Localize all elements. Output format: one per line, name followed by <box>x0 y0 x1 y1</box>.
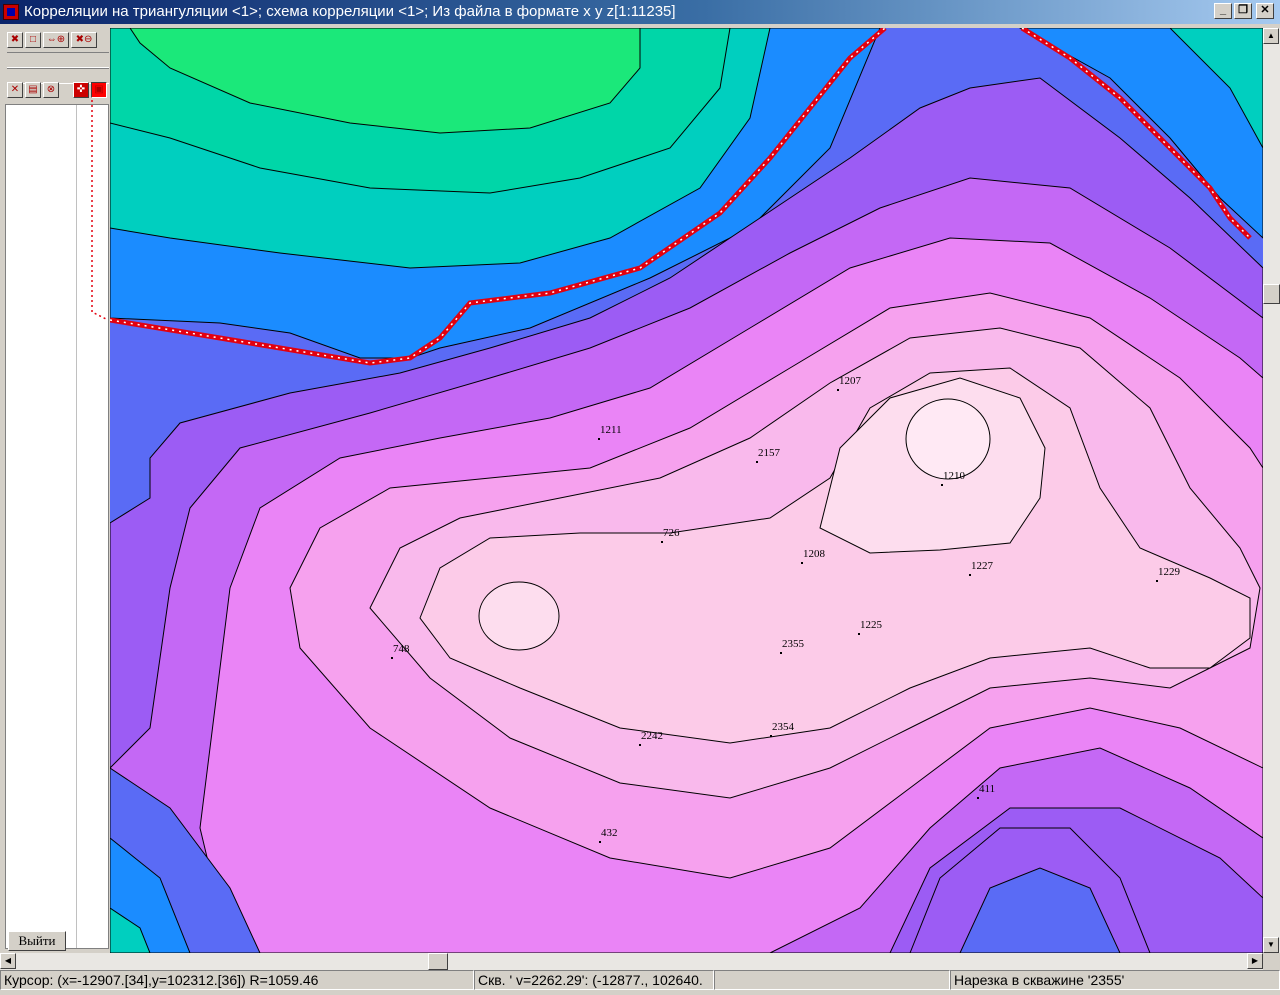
well-dot[interactable] <box>858 633 860 635</box>
well-label: 726 <box>663 527 680 539</box>
well-dot[interactable] <box>969 574 971 576</box>
cancel-icon[interactable]: ⊗ <box>43 82 59 98</box>
list-icon[interactable]: ▤ <box>25 82 41 98</box>
status-slice: Нарезка в скважине '2355' <box>950 970 1280 990</box>
status-empty <box>714 970 950 990</box>
toolbar-row-2: ✕ ▤ ⊗ ✜ ▣ <box>7 82 107 100</box>
well-dot[interactable] <box>801 562 803 564</box>
vertical-scrollbar[interactable]: ▲ ▼ <box>1263 28 1280 953</box>
scroll-corner <box>1263 953 1280 970</box>
map-view-icon[interactable]: ▣ <box>91 82 107 98</box>
status-cursor: Курсор: (x=-12907.[34],y=102312.[36]) R=… <box>0 970 474 990</box>
well-dot[interactable] <box>599 841 601 843</box>
scroll-left-icon[interactable]: ◀ <box>0 953 16 969</box>
close-layer-icon[interactable]: ✕ <box>7 82 23 98</box>
well-dot[interactable] <box>837 389 839 391</box>
minimize-button[interactable]: _ <box>1214 3 1232 19</box>
band-peak <box>905 398 991 480</box>
status-bar: Курсор: (x=-12907.[34],y=102312.[36]) R=… <box>0 970 1280 995</box>
well-dot[interactable] <box>661 541 663 543</box>
close-button[interactable]: ✕ <box>1256 3 1274 19</box>
window-title: Корреляции на триангуляции <1>; схема ко… <box>24 3 676 20</box>
well-label: 1210 <box>943 470 965 482</box>
well-dot[interactable] <box>391 657 393 659</box>
well-label: 1225 <box>860 619 882 631</box>
zoom-in-icon[interactable]: ⇔⊕ <box>43 32 69 48</box>
well-dot[interactable] <box>941 484 943 486</box>
scroll-right-icon[interactable]: ▶ <box>1247 953 1263 969</box>
toolbar-row-1: ✖ □ ⇔⊕ ✖⊖ <box>7 32 97 50</box>
well-label: 2354 <box>772 721 794 733</box>
well-label: 432 <box>601 827 618 839</box>
well-label: 748 <box>393 643 410 655</box>
move-icon[interactable]: ✜ <box>73 82 89 98</box>
band-pink4-left <box>478 581 560 651</box>
well-label: 1208 <box>803 548 825 560</box>
well-label: 1207 <box>839 375 861 387</box>
scroll-down-icon[interactable]: ▼ <box>1263 937 1279 953</box>
horizontal-scrollbar[interactable]: ◀ ▶ <box>0 953 1263 970</box>
well-label: 1227 <box>971 560 993 572</box>
well-label: 411 <box>979 783 996 795</box>
delete-icon[interactable]: ✖ <box>7 32 23 48</box>
vertical-scroll-thumb[interactable] <box>1263 284 1280 304</box>
well-dot[interactable] <box>780 652 782 654</box>
app-icon <box>3 4 19 20</box>
scroll-up-icon[interactable]: ▲ <box>1263 28 1279 44</box>
well-label: 2242 <box>641 730 663 742</box>
well-label: 2355 <box>782 638 804 650</box>
well-dot[interactable] <box>598 438 600 440</box>
well-dot[interactable] <box>639 744 641 746</box>
restore-button[interactable]: ❐ <box>1234 3 1252 19</box>
panel-divider <box>7 52 109 68</box>
well-dot[interactable] <box>1156 580 1158 582</box>
status-well: Скв. ' v=2262.29': (-12877., 102640. <box>474 970 714 990</box>
well-dot[interactable] <box>770 735 772 737</box>
well-label: 1211 <box>600 424 622 436</box>
horizontal-scroll-thumb[interactable] <box>428 953 448 970</box>
contour-map[interactable]: 1207 1211 2157 1210 726 1208 1227 1229 1225 748 23… <box>110 28 1263 953</box>
contour-bands <box>110 28 1263 953</box>
title-bar: Корреляции на триангуляции <1>; схема ко… <box>0 0 1280 24</box>
well-label: 2157 <box>758 447 780 459</box>
well-dot[interactable] <box>756 461 758 463</box>
exit-button[interactable]: Выйти <box>8 931 66 951</box>
boundary-marker <box>91 100 109 321</box>
list-separator <box>76 105 77 948</box>
zoom-out-icon[interactable]: ✖⊖ <box>71 32 97 48</box>
well-dot[interactable] <box>977 797 979 799</box>
frame-icon[interactable]: □ <box>25 32 41 48</box>
well-label: 1229 <box>1158 566 1180 578</box>
